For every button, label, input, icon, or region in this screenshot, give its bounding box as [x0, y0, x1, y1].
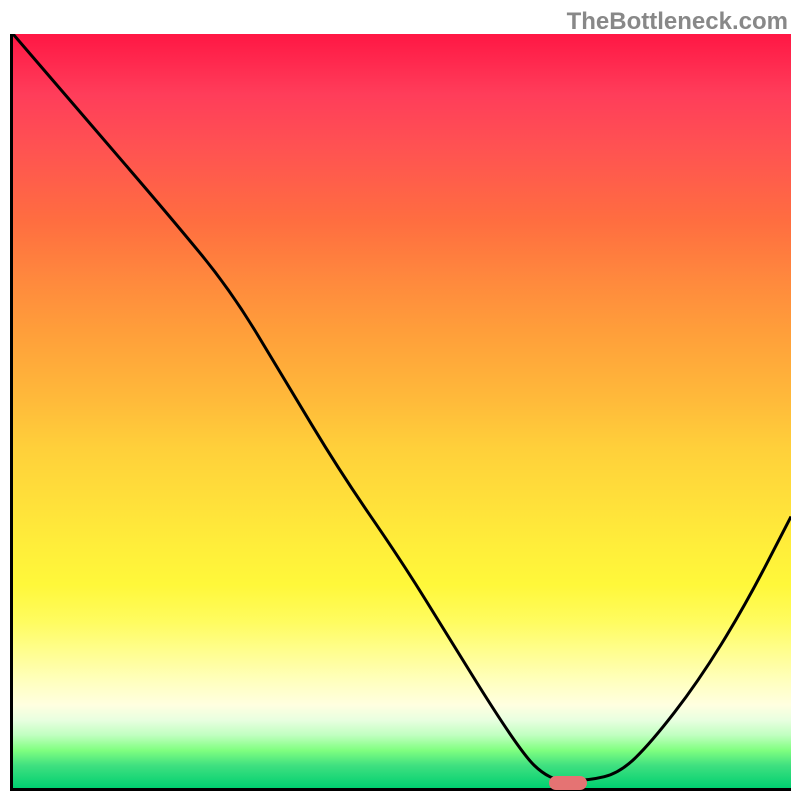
- optimal-marker: [549, 776, 587, 790]
- watermark-text: TheBottleneck.com: [567, 8, 788, 36]
- curve-line: [13, 34, 791, 788]
- chart-area: [10, 34, 791, 791]
